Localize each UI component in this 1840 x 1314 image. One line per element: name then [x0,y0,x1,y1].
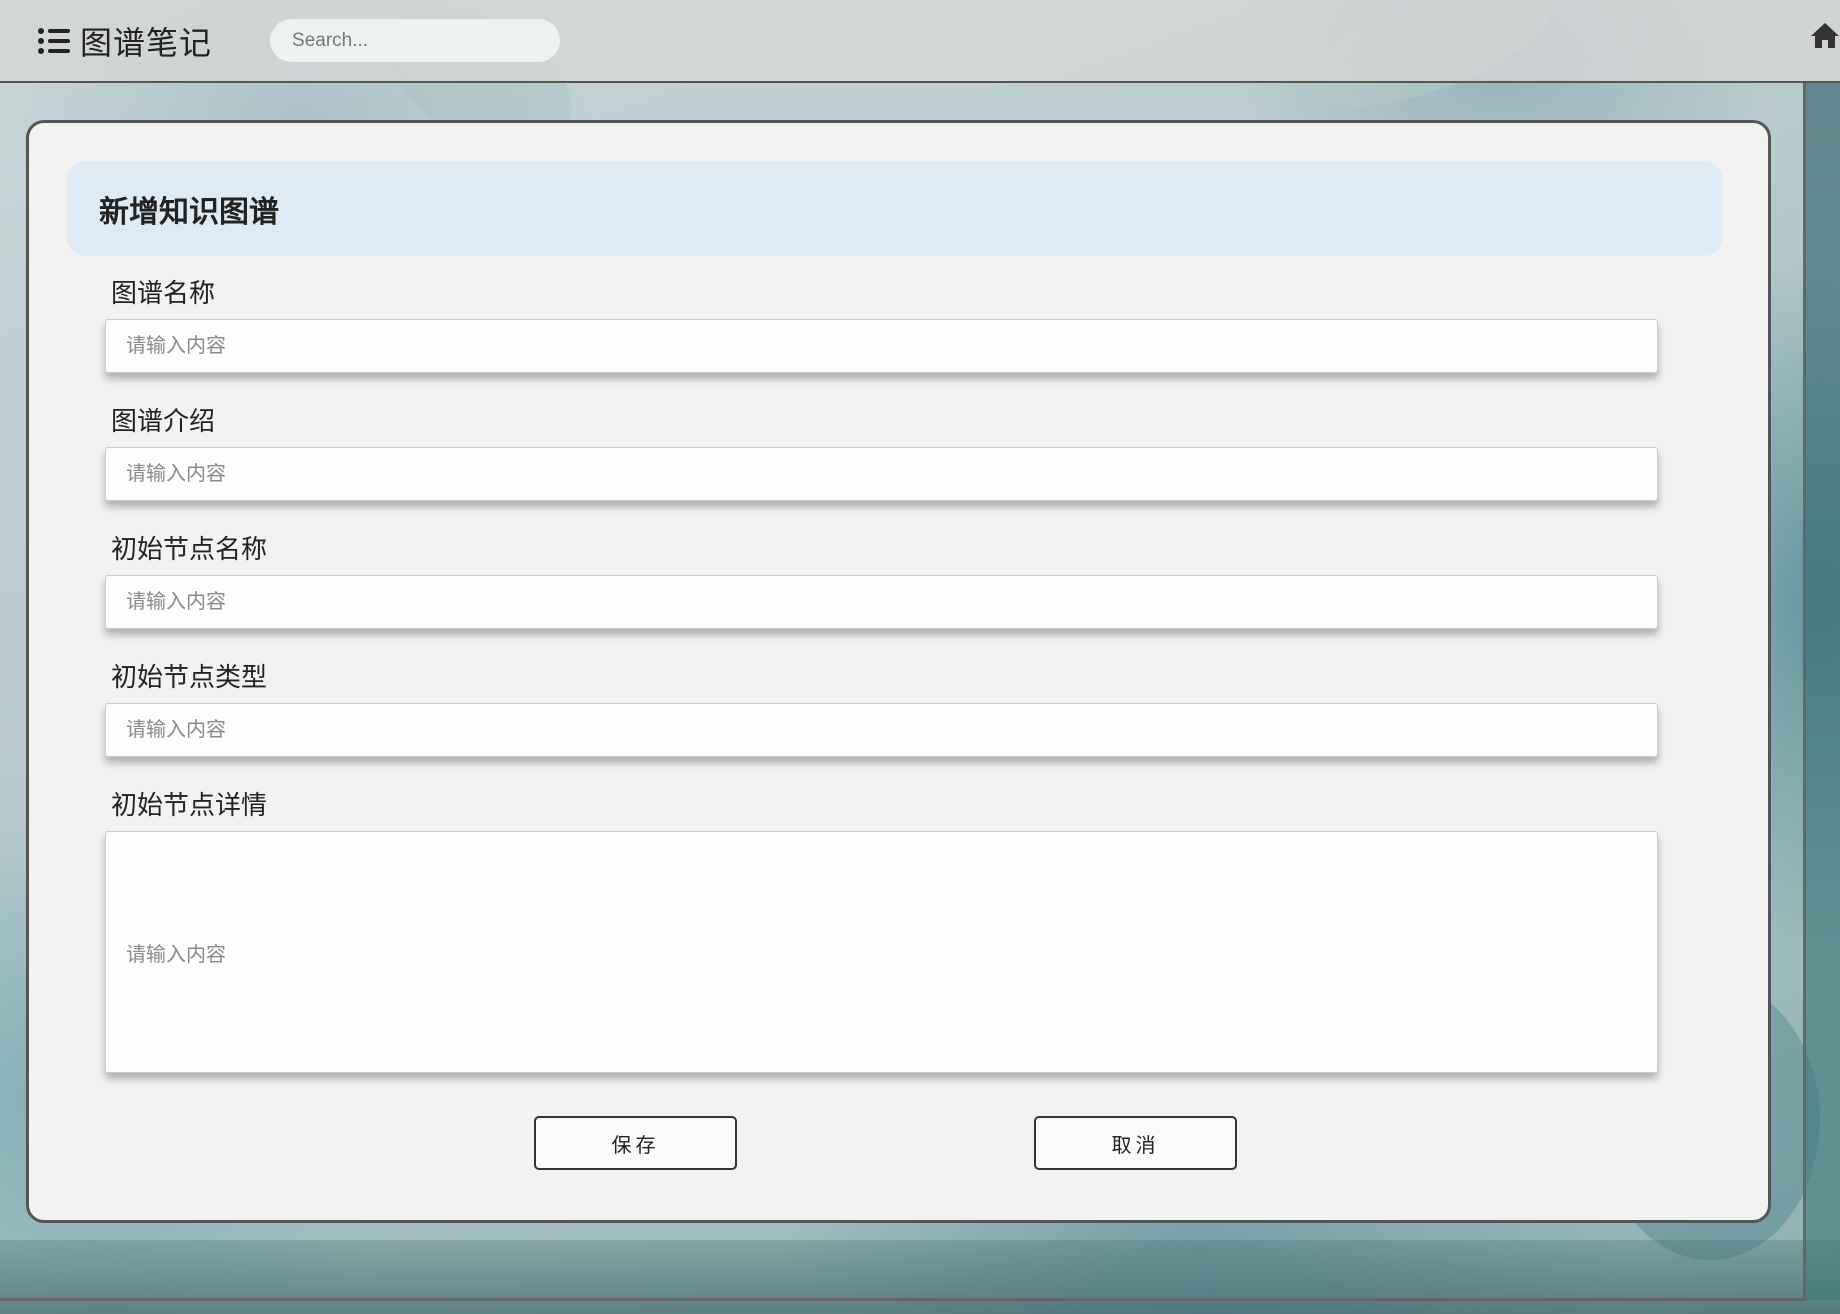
brand[interactable]: 图谱笔记 [38,18,212,64]
search-input[interactable] [270,19,561,62]
graph-name-label: 图谱名称 [111,279,216,309]
home-icon[interactable] [1810,20,1840,50]
initial-node-name-input[interactable] [105,575,1658,629]
initial-node-name-label: 初始节点名称 [111,535,268,565]
form-title: 新增知识图谱 [99,194,279,230]
form-title-banner: 新增知识图谱 [67,161,1722,256]
graph-intro-input[interactable] [105,447,1658,501]
save-button[interactable]: 保存 [534,1116,737,1170]
top-navbar: 图谱笔记 [0,0,1840,83]
right-background-strip [1803,83,1840,1300]
background-foliage [0,1240,1840,1314]
initial-node-detail-label: 初始节点详情 [111,791,268,821]
initial-node-detail-textarea[interactable] [105,831,1658,1073]
divider [0,1298,1806,1301]
new-graph-form-card: 新增知识图谱 图谱名称 图谱介绍 初始节点名称 初始节点类型 初始节点详情 保存… [26,120,1771,1223]
list-icon[interactable] [38,27,70,55]
graph-intro-label: 图谱介绍 [111,407,216,437]
graph-name-input[interactable] [105,319,1658,373]
app-title: 图谱笔记 [80,23,213,62]
initial-node-type-input[interactable] [105,703,1658,757]
cancel-button[interactable]: 取消 [1034,1116,1237,1170]
initial-node-type-label: 初始节点类型 [111,663,268,693]
